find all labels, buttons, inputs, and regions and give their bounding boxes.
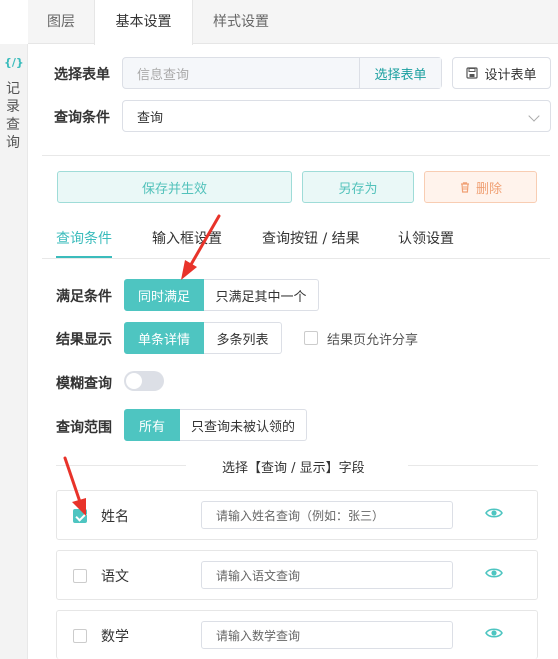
tab-layers[interactable]: 图层 [28,0,94,44]
top-tabbar: 图层 基本设置 样式设置 [28,0,558,45]
fuzzy-query-label: 模糊查询 [56,376,112,392]
delete-button[interactable]: 删除 [424,171,537,203]
tab-style-settings[interactable]: 样式设置 [193,0,289,44]
query-condition-select[interactable]: 查询 [122,100,551,132]
select-form-label: 选择表单 [54,67,110,83]
eye-icon[interactable] [485,566,503,580]
annotation-arrow-icon [181,214,221,280]
result-display-segment: 单条详情 多条列表 [124,322,282,354]
save-disk-icon [466,67,479,79]
field-math-input[interactable]: 请输入数学查询 [201,621,453,649]
chevron-down-icon [528,110,540,122]
design-form-button[interactable]: 设计表单 [452,57,551,89]
rail-label[interactable]: 记录查询 [4,80,22,152]
query-scope-segment: 所有 只查询未被认领的 [124,409,307,441]
query-scope-label: 查询范围 [56,420,112,436]
select-form-button[interactable]: 选择表单 [359,58,441,88]
allow-share-label: 结果页允许分享 [327,333,419,348]
eye-icon[interactable] [485,626,503,640]
field-row-name: 姓名 请输入姓名查询（例如：张三） [56,490,538,540]
toggle-knob [126,373,142,389]
save-as-button[interactable]: 另存为 [302,171,414,203]
delete-label: 删除 [475,181,502,197]
field-chinese-checkbox[interactable] [73,569,87,583]
design-form-label: 设计表单 [484,67,537,83]
satisfy-condition-label: 满足条件 [56,289,112,305]
field-chinese-input[interactable]: 请输入语文查询 [201,561,453,589]
tab-basic-settings[interactable]: 基本设置 [94,0,193,45]
scope-unclaimed-option[interactable]: 只查询未被认领的 [180,409,307,441]
form-name-placeholder: 信息查询 [137,67,190,83]
field-chinese-label: 语文 [101,569,129,585]
query-condition-value: 查询 [137,110,164,126]
field-row-math: 数学 请输入数学查询 [56,610,538,659]
subtab-query-button-result[interactable]: 查询按钮 / 结果 [262,228,360,252]
subtab-divider [42,258,550,259]
eye-icon[interactable] [485,506,503,520]
field-math-label: 数学 [101,629,129,645]
scope-all-option[interactable]: 所有 [124,409,180,441]
field-section-title: 选择【查询 / 显示】字段 [222,461,365,476]
result-display-label: 结果显示 [56,332,112,348]
code-icon: {/} [4,56,24,69]
allow-share-checkbox[interactable] [304,331,318,345]
subtab-query-conditions[interactable]: 查询条件 [56,228,112,252]
trash-icon [460,182,469,193]
left-rail: {/} 记录查询 [0,44,28,659]
subtab-claim-settings[interactable]: 认领设置 [398,228,454,252]
field-name-input[interactable]: 请输入姓名查询（例如：张三） [201,501,453,529]
annotation-arrow-icon [63,456,86,516]
field-math-checkbox[interactable] [73,629,87,643]
field-row-chinese: 语文 请输入语文查询 [56,550,538,600]
multi-list-option[interactable]: 多条列表 [204,322,282,354]
save-and-apply-button[interactable]: 保存并生效 [57,171,292,203]
section-divider [42,155,550,156]
fuzzy-query-toggle[interactable] [124,371,164,391]
field-title-line-right [408,465,538,466]
query-condition-label: 查询条件 [54,110,110,126]
form-name-input[interactable]: 信息查询 选择表单 [122,57,442,89]
single-detail-option[interactable]: 单条详情 [124,322,204,354]
field-name-label: 姓名 [101,509,129,525]
